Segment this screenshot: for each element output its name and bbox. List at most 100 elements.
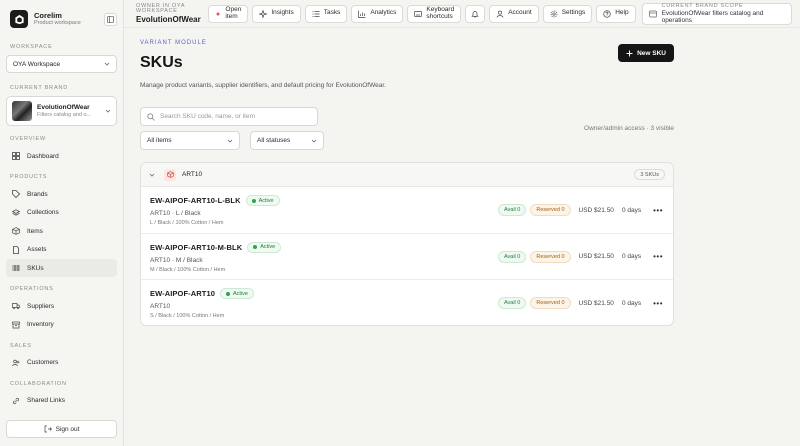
link-icon bbox=[11, 396, 21, 406]
items-filter-select[interactable]: All items bbox=[140, 131, 240, 150]
status-dot bbox=[253, 245, 258, 249]
settings-button[interactable]: Settings bbox=[542, 4, 593, 23]
sidebar-item-label: Collections bbox=[27, 209, 59, 217]
sku-row[interactable]: EW-AIPOF-ART10-M-BLK Active ART10 · M / … bbox=[141, 234, 673, 280]
products-section-label: PRODUCTS bbox=[10, 174, 48, 180]
sku-price: USD $21.50 bbox=[578, 299, 614, 307]
status-badge: Active bbox=[247, 241, 282, 253]
collaboration-section-label: COLLABORATION bbox=[10, 380, 67, 387]
sign-out-label: Sign out bbox=[55, 425, 80, 433]
page-title: SKUs bbox=[140, 54, 183, 71]
more-actions-button[interactable]: ••• bbox=[653, 299, 663, 308]
more-actions-button[interactable]: ••• bbox=[653, 206, 663, 215]
overview-section-label: OVERVIEW bbox=[10, 136, 46, 142]
group-name: ART10 bbox=[182, 171, 203, 178]
sku-attributes: M / Black / 100% Cotton / Hem bbox=[150, 266, 226, 273]
archive-icon bbox=[11, 320, 21, 330]
sidebar: Corelim Product workspace WORKSPACE OYA … bbox=[0, 0, 124, 446]
status-label: Active bbox=[260, 244, 276, 250]
sku-search[interactable] bbox=[140, 107, 318, 126]
owner-label: OWNER IN OYA WORKSPACE bbox=[136, 2, 185, 14]
sku-row[interactable]: EW-AIPOF-ART10-L-BLK Active ART10 · L / … bbox=[141, 187, 673, 234]
workspace-value: OYA Workspace bbox=[13, 60, 61, 68]
reserved-badge: Reserved 0 bbox=[530, 250, 571, 263]
reserved-badge: Reserved 0 bbox=[530, 297, 571, 309]
users-icon bbox=[11, 358, 21, 368]
tasks-button[interactable]: Tasks bbox=[304, 4, 348, 23]
sidebar-item-label: Assets bbox=[27, 246, 47, 254]
sidebar-item-label: Customers bbox=[27, 359, 59, 367]
box-icon bbox=[11, 226, 21, 236]
sidebar-item-skus[interactable]: SKUs bbox=[6, 259, 117, 278]
sign-out-button[interactable]: Sign out bbox=[6, 420, 117, 438]
search-input[interactable] bbox=[160, 113, 311, 120]
group-count-badge: 3 SKUs bbox=[634, 169, 665, 180]
chevron-down-icon bbox=[227, 139, 233, 143]
help-label: Help bbox=[615, 9, 629, 17]
dashboard-icon bbox=[11, 151, 21, 161]
sidebar-item-customers[interactable]: Customers bbox=[6, 354, 117, 372]
top-bar: OWNER IN OYA WORKSPACE EvolutionOfWear O… bbox=[124, 0, 800, 28]
sidebar-item-assets[interactable]: Assets bbox=[6, 241, 117, 259]
workspace-select[interactable]: OYA Workspace bbox=[6, 55, 117, 73]
sku-attributes: S / Black / 100% Cotton / Hem bbox=[150, 313, 225, 319]
open-item-label-2: item bbox=[225, 12, 238, 20]
sparkle-icon bbox=[259, 9, 268, 18]
sidebar-item-shared-links[interactable]: Shared Links bbox=[6, 392, 117, 410]
keyboard-label-2: shortcuts bbox=[426, 12, 453, 20]
sidebar-item-suppliers[interactable]: Suppliers bbox=[6, 297, 117, 315]
more-actions-button[interactable]: ••• bbox=[653, 252, 663, 261]
package-icon bbox=[164, 168, 176, 181]
brand-scope-indicator: CURRENT BRAND SCOPE EvolutionOfWear filt… bbox=[641, 2, 792, 25]
app-subtitle: Product workspace bbox=[34, 20, 81, 26]
barcode-icon bbox=[11, 263, 21, 273]
account-label: Account bbox=[508, 9, 532, 17]
sidebar-item-dashboard[interactable]: Dashboard bbox=[6, 147, 117, 165]
access-info: Owner/admin access · 3 visible bbox=[584, 125, 674, 132]
scope-icon bbox=[648, 10, 657, 18]
sidebar-toggle-icon bbox=[107, 15, 114, 23]
module-eyebrow: VARIANT MODULE bbox=[140, 40, 207, 46]
sidebar-item-inventory[interactable]: Inventory bbox=[6, 316, 117, 334]
scope-label: CURRENT BRAND SCOPE bbox=[661, 3, 744, 9]
chevron-down-icon bbox=[149, 172, 159, 178]
bell-icon bbox=[471, 10, 479, 18]
app-logo-icon bbox=[10, 10, 28, 28]
tasks-label: Tasks bbox=[323, 9, 341, 17]
sidebar-item-collections[interactable]: Collections bbox=[6, 204, 117, 222]
status-filter-select[interactable]: All statuses bbox=[250, 131, 324, 150]
brand-switcher[interactable]: EvolutionOfWear Filters catalog and o... bbox=[6, 96, 117, 126]
reserved-badge: Reserved 0 bbox=[530, 204, 571, 216]
collapse-sidebar-button[interactable] bbox=[104, 12, 117, 26]
gear-icon bbox=[550, 10, 558, 18]
new-sku-label: New SKU bbox=[637, 49, 666, 57]
sku-price: USD $21.50 bbox=[578, 206, 614, 214]
sidebar-item-items[interactable]: Items bbox=[6, 222, 117, 240]
keyboard-shortcuts-button[interactable]: Keyboard shortcuts bbox=[407, 4, 462, 23]
app-window: Corelim Product workspace WORKSPACE OYA … bbox=[0, 0, 800, 446]
operations-section-label: OPERATIONS bbox=[10, 286, 54, 293]
sales-section-label: SALES bbox=[10, 342, 32, 349]
sku-group-panel: ART10 3 SKUs EW-AIPOF-ART10-L-BLK Active… bbox=[140, 162, 674, 326]
available-badge: Avail 0 bbox=[497, 204, 527, 216]
truck-icon bbox=[11, 301, 21, 311]
new-sku-button[interactable]: New SKU bbox=[618, 44, 674, 62]
sku-row[interactable]: EW-AIPOF-ART10 Active ART10 S / Black / … bbox=[141, 280, 673, 325]
keyboard-icon bbox=[414, 10, 423, 18]
analytics-button[interactable]: Analytics bbox=[351, 4, 404, 23]
brand-description: Filters catalog and o... bbox=[37, 111, 92, 118]
user-icon bbox=[496, 10, 504, 18]
open-item-button[interactable]: Open item bbox=[208, 4, 249, 23]
sidebar-item-brands[interactable]: Brands bbox=[6, 185, 117, 203]
analytics-label: Analytics bbox=[370, 9, 397, 17]
tag-icon bbox=[11, 189, 21, 199]
help-button[interactable]: Help bbox=[596, 4, 636, 23]
sku-lead-time: 0 days bbox=[621, 253, 642, 260]
notifications-button[interactable] bbox=[465, 4, 486, 23]
sku-code: EW-AIPOF-ART10-L-BLK bbox=[150, 196, 241, 205]
group-header[interactable]: ART10 3 SKUs bbox=[141, 163, 673, 187]
status-filter-value: All statuses bbox=[257, 137, 291, 144]
insights-button[interactable]: Insights bbox=[252, 4, 301, 23]
sidebar-item-label: Brands bbox=[27, 190, 48, 198]
account-button[interactable]: Account bbox=[489, 4, 539, 23]
